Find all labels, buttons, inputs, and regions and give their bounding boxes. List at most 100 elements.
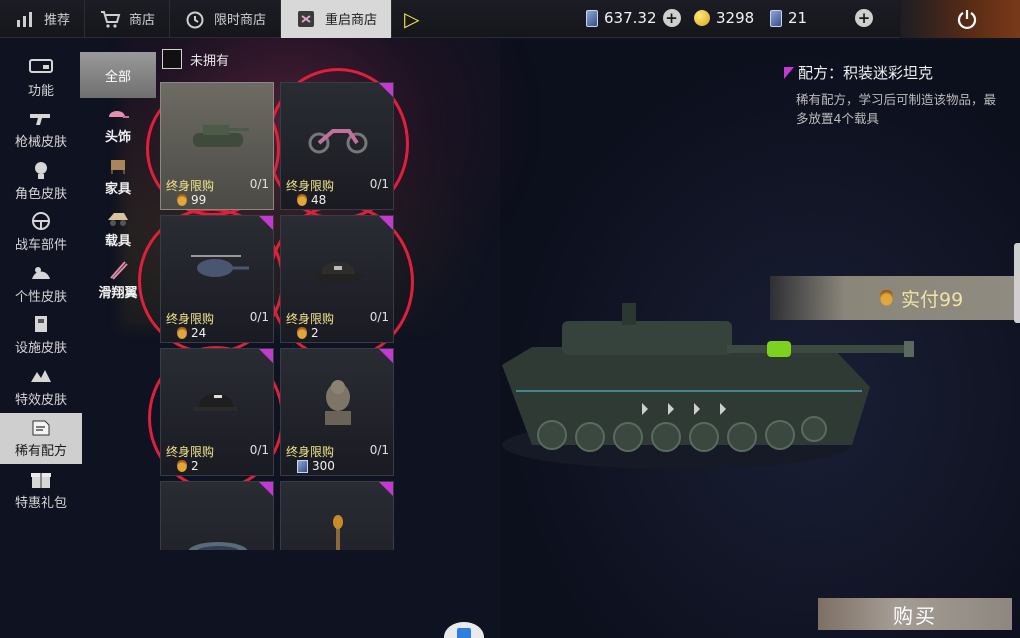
character-icon	[35, 161, 47, 179]
subcategory-all[interactable]: 全部	[80, 52, 156, 98]
rarity-corner	[379, 349, 393, 363]
purchase-limit-label: 终身限购	[166, 445, 215, 459]
item-price: 24	[177, 326, 206, 340]
not-owned-checkbox[interactable]	[162, 49, 182, 69]
sidebar-item-function[interactable]: 功能	[0, 52, 82, 104]
item-card[interactable]: 终身限购 0/1 300	[280, 348, 394, 476]
bottom-menu-button[interactable]	[444, 622, 484, 638]
tab-shop[interactable]: 商店	[85, 0, 171, 38]
buy-button[interactable]: 购买	[818, 598, 1012, 630]
purchase-count: 0/1	[249, 177, 269, 191]
not-owned-filter[interactable]: 未拥有	[162, 49, 229, 69]
rarity-corner	[379, 482, 393, 496]
subcategory-label: 载具	[104, 233, 131, 249]
add-card-wrap: +	[855, 9, 873, 27]
sidebar-item-effect-skin[interactable]: 特效皮肤	[0, 361, 82, 413]
gun-icon	[30, 114, 50, 126]
steering-wheel-icon	[32, 212, 50, 231]
sidebar-item-vehicle-parts[interactable]: 战车部件	[0, 207, 82, 259]
price-value: 24	[191, 326, 207, 340]
price-value: 300	[312, 459, 335, 473]
sidebar-label: 枪械皮肤	[14, 135, 67, 151]
tank-preview-image	[502, 303, 914, 469]
tab-label: 重启商店	[325, 13, 378, 28]
subcategory-furniture[interactable]: 家具	[80, 150, 156, 202]
tab-limited-shop[interactable]: 限时商店	[170, 0, 282, 38]
furniture-icon	[111, 159, 125, 174]
restart-shop-icon	[298, 10, 315, 27]
purchase-limit-label: 终身限购	[286, 445, 335, 459]
item-price: 2	[297, 326, 319, 340]
sidebar-label: 角色皮肤	[14, 186, 67, 202]
subcategory-headwear[interactable]: 头饰	[80, 98, 156, 150]
subcategory-label: 滑翔翼	[98, 285, 138, 301]
item-card[interactable]: 终身限购 0/1 2	[160, 348, 274, 476]
motorcycle-icon	[308, 129, 368, 154]
rarity-corner	[259, 349, 273, 363]
tab-recommend[interactable]: 推荐	[0, 0, 86, 38]
rarity-corner	[379, 216, 393, 230]
coin-amount: 3298	[716, 9, 755, 27]
item-card[interactable]: 终身限购 0/1 48	[280, 82, 394, 210]
subcategory-vehicle[interactable]: 载具	[80, 202, 156, 254]
sidebar-item-facility-skin[interactable]: 设施皮肤	[0, 310, 82, 362]
add-card-button[interactable]: +	[855, 9, 873, 27]
item-price: 99	[177, 193, 206, 207]
price-value: 48	[311, 193, 327, 207]
sidebar-item-character-skin[interactable]: 角色皮肤	[0, 155, 82, 207]
subcategory-glider[interactable]: 滑翔翼	[80, 254, 156, 306]
price-value: 99	[191, 193, 207, 207]
gift-icon	[31, 472, 51, 488]
function-icon	[29, 58, 53, 73]
rarity-corner	[379, 83, 393, 97]
purchase-limit-label: 终身限购	[286, 312, 335, 326]
tab-label: 商店	[129, 13, 156, 28]
sidebar-label: 稀有配方	[14, 444, 67, 460]
purchase-count: 0/1	[369, 310, 389, 324]
recipe-title-text: 配方：积装迷彩坦克	[798, 64, 934, 82]
item-card[interactable]	[280, 481, 394, 550]
coin-balance: 3298	[694, 9, 754, 27]
personal-icon	[32, 266, 50, 279]
tank-icon	[193, 125, 249, 147]
purchase-count: 0/1	[249, 443, 269, 457]
card-icon	[770, 9, 782, 27]
power-button[interactable]	[900, 0, 1020, 38]
price-value: 2	[311, 326, 319, 340]
coin-icon	[694, 10, 710, 26]
cart-icon	[101, 10, 121, 28]
item-price: 48	[297, 193, 326, 207]
subcategory-label: 头饰	[104, 129, 131, 145]
tab-label: 推荐	[44, 13, 71, 28]
sidebar-item-personal-skin[interactable]: 个性皮肤	[0, 258, 82, 310]
ticket-icon	[586, 9, 598, 27]
recipe-icon	[32, 420, 50, 436]
subcategory-label: 家具	[104, 181, 131, 197]
sidebar-label: 特惠礼包	[14, 495, 67, 511]
police-hat-icon	[314, 262, 362, 283]
item-card[interactable]: 终身限购 0/1 99	[160, 82, 274, 210]
sidebar-item-rare-recipe[interactable]: 稀有配方	[0, 412, 82, 464]
category-sidebar: 功能 枪械皮肤 角色皮肤 战车部件 个性皮肤 设施皮肤 特效皮肤 稀有配方 特惠…	[0, 52, 82, 516]
side-handle[interactable]	[1014, 243, 1020, 323]
item-card[interactable]	[160, 481, 274, 550]
ticket-balance: 637.32 +	[586, 9, 681, 27]
card-balance: 21	[770, 9, 807, 27]
rarity-corner	[259, 216, 273, 230]
baseball-cap-icon	[193, 393, 237, 411]
purchase-limit-label: 终身限购	[166, 312, 215, 326]
item-card[interactable]: 终身限购 0/1 24	[160, 215, 274, 343]
facility-icon	[35, 316, 47, 333]
cap-icon	[109, 110, 129, 118]
sidebar-item-gun-skin[interactable]: 枪械皮肤	[0, 104, 82, 156]
item-card[interactable]: 终身限购 0/1 2	[280, 215, 394, 343]
recipe-description: 稀有配方，学习后可制造该物品，最多放置4个载具	[796, 92, 997, 126]
add-ticket-button[interactable]: +	[662, 9, 681, 27]
tab-restart-shop[interactable]: 重启商店	[281, 0, 393, 38]
play-arrow-icon[interactable]: ▷	[392, 7, 431, 31]
sidebar-item-gift-pack[interactable]: 特惠礼包	[0, 464, 82, 516]
ticket-icon	[297, 459, 308, 473]
tab-label: 限时商店	[214, 13, 267, 28]
menu-icon	[457, 628, 471, 638]
medal-icon	[297, 327, 307, 339]
